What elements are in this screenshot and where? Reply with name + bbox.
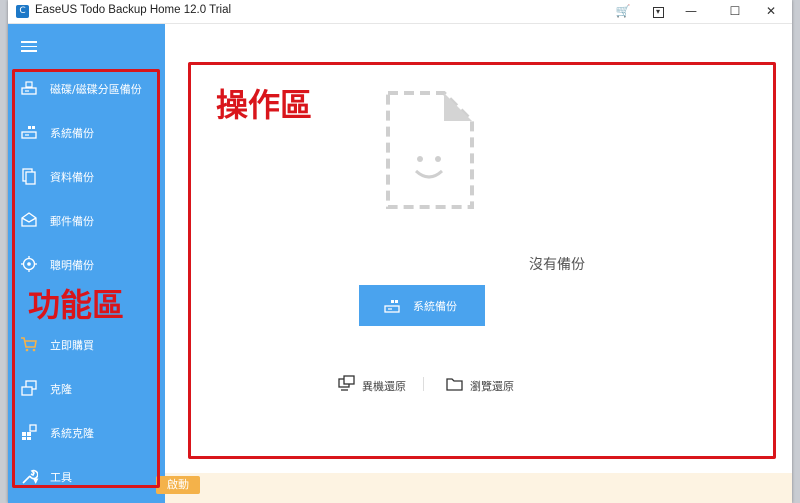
close-button[interactable]: ✕ [758, 2, 784, 21]
title-bar: C EaseUS Todo Backup Home 12.0 Trial 🛒 ▾… [8, 0, 792, 24]
hamburger-menu-icon[interactable] [21, 41, 37, 52]
maximize-button[interactable]: ☐ [722, 2, 748, 21]
app-logo-icon: C [16, 5, 29, 18]
window-title: EaseUS Todo Backup Home 12.0 Trial [35, 4, 232, 16]
function-area-annotation-box [12, 69, 160, 488]
activate-button[interactable]: 啟動 [156, 476, 200, 494]
buy-cart-icon[interactable]: 🛒 [610, 2, 636, 21]
chevron-down-icon: ▾ [652, 7, 664, 18]
app-window: C EaseUS Todo Backup Home 12.0 Trial 🛒 ▾… [8, 0, 792, 503]
bottom-strip [165, 473, 792, 503]
menu-dropdown-button[interactable]: ▾ [645, 2, 671, 21]
function-area-annotation-label: 功能區 [28, 286, 125, 324]
minimize-button[interactable]: — [678, 2, 704, 21]
operation-area-annotation-label: 操作區 [216, 86, 313, 124]
